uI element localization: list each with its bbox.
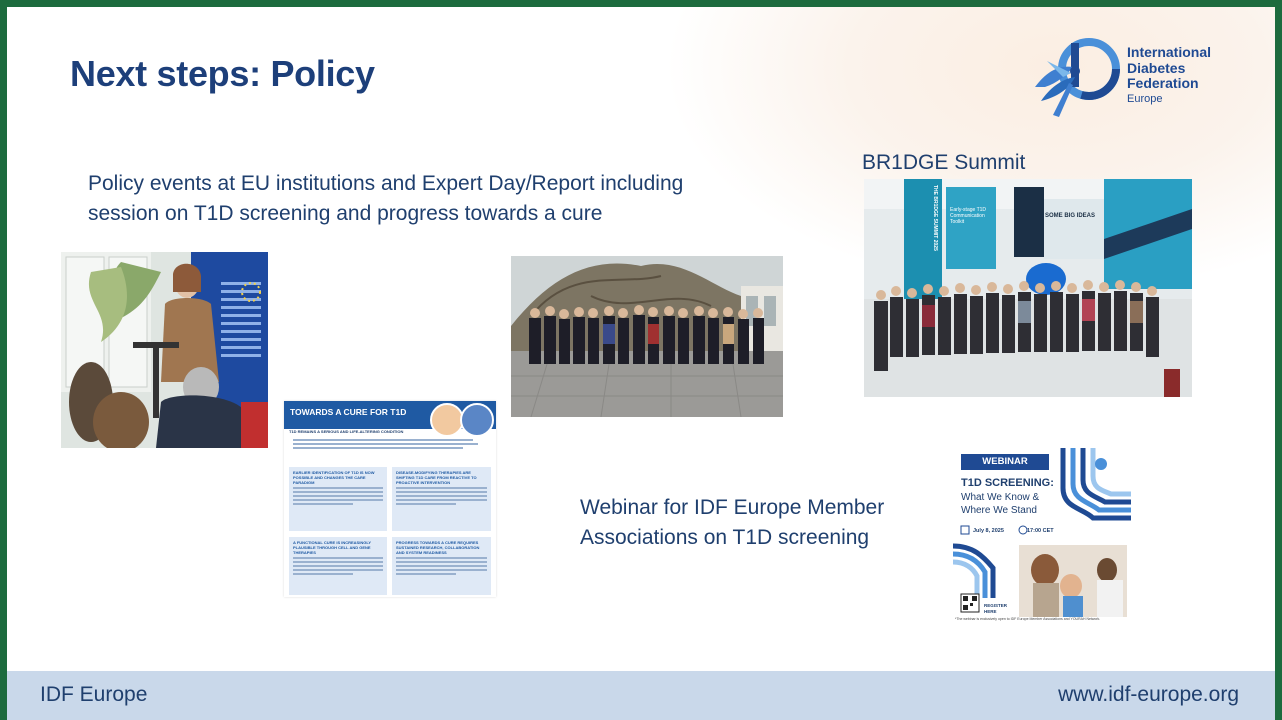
slide-title: Next steps: Policy (70, 53, 375, 94)
webinar-badge: WEBINAR (961, 454, 1049, 470)
policy-line-1: Policy events at EU institutions and Exp… (88, 172, 684, 195)
webinar-description: Webinar for IDF Europe Member Associatio… (580, 493, 940, 553)
report-header: TOWARDS A CURE FOR T1D (284, 401, 496, 437)
report-box-1-title: EARLIER IDENTIFICATION OF T1D IS NOW POS… (293, 470, 375, 485)
logo-line-federation: Federation (1127, 75, 1199, 91)
webinar-subtitle-1: What We Know & (961, 492, 1040, 503)
bridge-banner-toolkit: Early-stage T1D Communication Toolkit (950, 207, 987, 225)
report-box-4-title: PROGRESS TOWARDS A CURE REQUIRES SUSTAIN… (396, 540, 480, 555)
report-box-3-title: A FUNCTIONAL CURE IS INCREASINGLY PLAUSI… (293, 540, 372, 555)
webinar-flyer: WEBINAR T1D SCREENING: What We Know & Wh… (953, 448, 1131, 622)
report-title: TOWARDS A CURE FOR T1D (290, 407, 407, 417)
slide: Next steps: Policy International Diabete… (7, 7, 1275, 720)
register-here-link[interactable]: REGISTER HERE (984, 603, 1007, 615)
bridge-banner-ideas: SOME BIG IDEAS (1045, 213, 1096, 219)
report-box-2: DISEASE-MODIFYING THERAPIES ARE SHIFTING… (392, 467, 491, 531)
report-photo-2 (460, 403, 494, 437)
policy-line-2: session on T1D screening and progress to… (88, 202, 603, 225)
report-photo-1 (430, 403, 464, 437)
webinar-note: *The webinar is exclusively open to IDF … (955, 617, 1101, 621)
footer-website-link[interactable]: www.idf-europe.org (1058, 683, 1239, 707)
footer-org-name: IDF Europe (40, 683, 148, 706)
idf-europe-logo: International Diabetes Federation Europe (1027, 31, 1237, 121)
report-intro-lines (289, 437, 484, 451)
logo-line-europe: Europe (1127, 92, 1163, 105)
slide-footer: IDF Europe www.idf-europe.org (7, 671, 1275, 720)
report-box-1: EARLIER IDENTIFICATION OF T1D IS NOW POS… (289, 467, 387, 531)
report-box-2-title: DISEASE-MODIFYING THERAPIES ARE SHIFTING… (396, 470, 477, 485)
report-subtitle: T1D REMAINS A SERIOUS AND LIFE-ALTERING … (289, 429, 404, 434)
webinar-subtitle-2: Where We Stand (961, 505, 1037, 516)
webinar-line-1: Webinar for IDF Europe Member (580, 496, 885, 519)
webinar-title: T1D SCREENING: (961, 477, 1054, 489)
bridge-summit-photo: THE BR1DGE SUMMIT 2025 SOME BIG IDEAS Ea… (864, 179, 1192, 397)
towards-cure-report: TOWARDS A CURE FOR T1D T1D REMAINS A SER… (284, 401, 496, 597)
report-box-4: PROGRESS TOWARDS A CURE REQUIRES SUSTAIN… (392, 537, 491, 595)
bridge-summit-label: BR1DGE Summit (862, 151, 1026, 174)
logo-text: International Diabetes Federation Europe (1127, 44, 1212, 107)
bridge-banner-summit: THE BR1DGE SUMMIT 2025 (932, 185, 938, 251)
speaker-photo (61, 252, 268, 448)
webinar-subtitle: What We Know & Where We Stand (961, 491, 1039, 517)
logo-line-diabetes: Diabetes (1127, 59, 1186, 76)
policy-events-text: Policy events at EU institutions and Exp… (88, 169, 788, 229)
report-box-3: A FUNCTIONAL CURE IS INCREASINGLY PLAUSI… (289, 537, 387, 595)
hummingbird-logo-icon (1035, 38, 1120, 117)
webinar-date: July 8, 2025 (973, 528, 1004, 534)
group-photo-eu (511, 256, 783, 417)
register-text-2: HERE (984, 609, 997, 614)
logo-line-international: International (1127, 44, 1212, 60)
webinar-time: 17:00 CET (1027, 528, 1054, 534)
webinar-line-2: Associations on T1D screening (580, 526, 870, 549)
